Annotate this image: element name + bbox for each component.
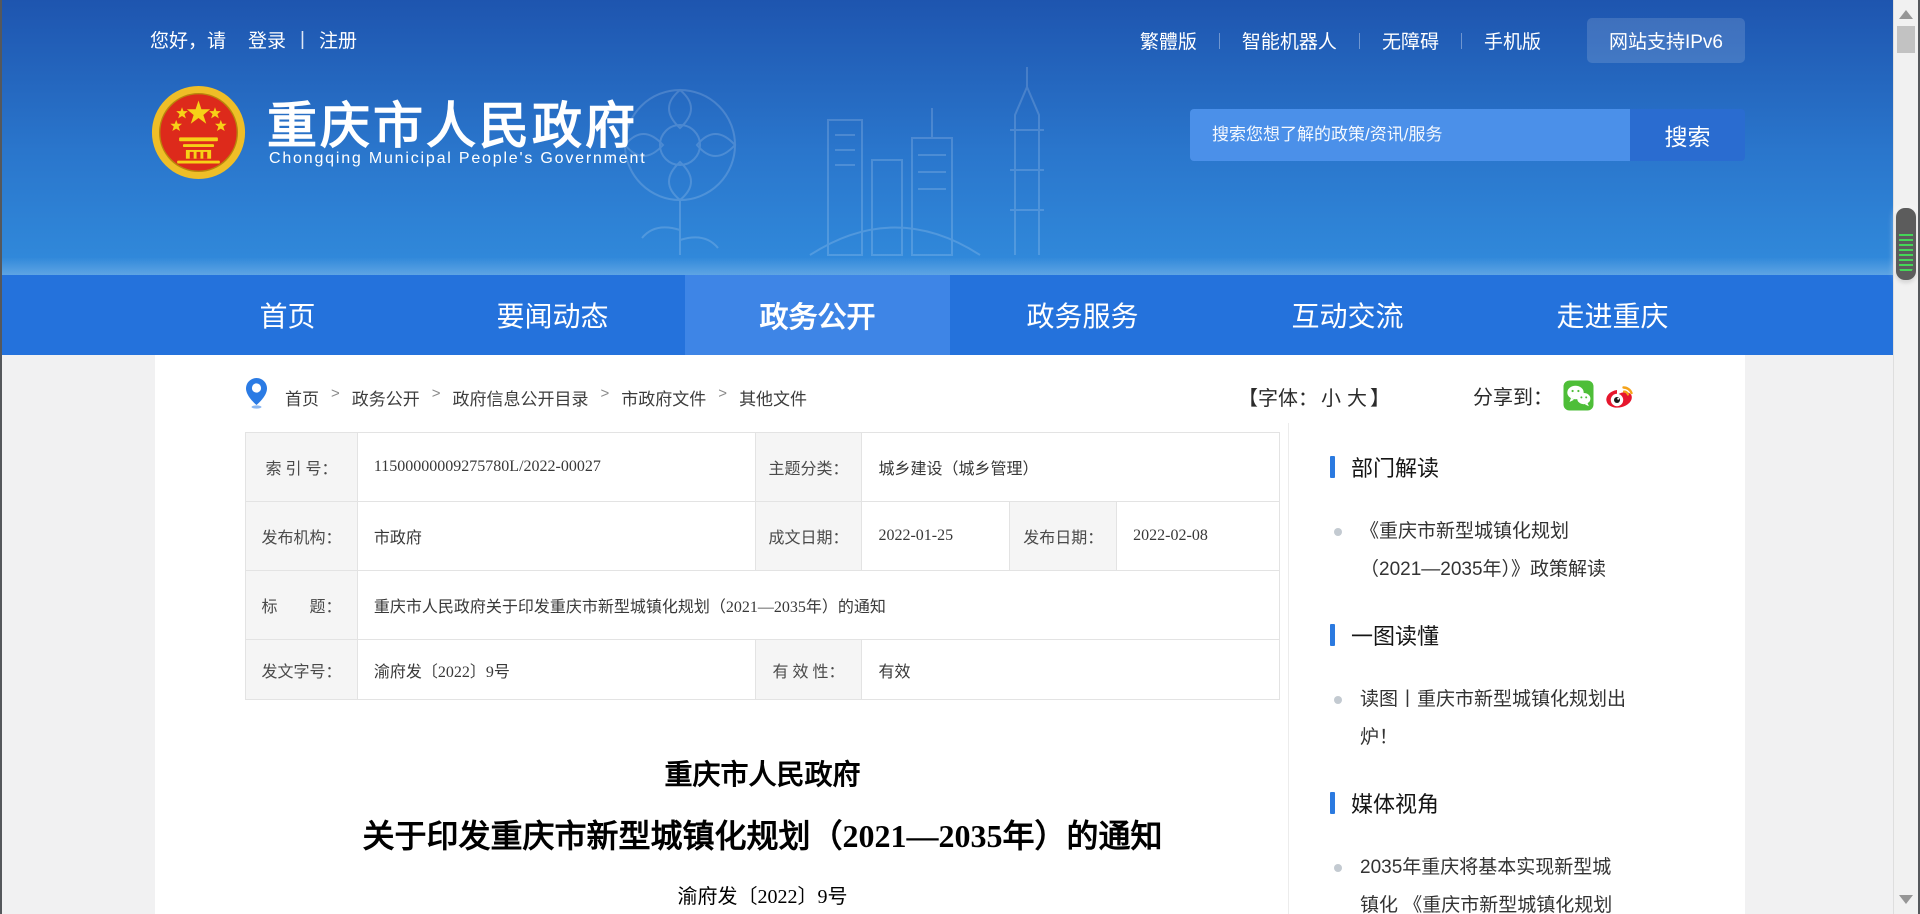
sidebar-link-media-article[interactable]: 2035年重庆将基本实现新型城 镇化 《重庆市新型城镇化规划 （2021—203… (1330, 849, 1750, 914)
section-title: 一图读懂 (1351, 619, 1439, 651)
nav-item-interaction[interactable]: 互动交流 (1215, 275, 1480, 355)
search-input[interactable] (1190, 109, 1630, 161)
right-sidebar: 部门解读 《重庆市新型城镇化规划 （2021—2035年）》政策解读 一图读懂 … (1330, 451, 1750, 914)
register-link[interactable]: 注册 (319, 26, 357, 53)
breadcrumb-gov-open[interactable]: 政务公开 (352, 385, 420, 410)
topbar-links: 繁體版 智能机器人 无障碍 手机版 网站支持IPv6 (1118, 18, 1745, 63)
document-meta-table: 索 引 号： 11500000009275780L/2022-00027 主题分… (245, 432, 1280, 700)
meta-value-doc-number: 渝府发〔2022〕9号 (357, 640, 755, 700)
section-accent-bar (1330, 624, 1335, 646)
site-header: 您好，请 登录 | 注册 繁體版 智能机器人 无障碍 手机版 网站支持IPv6 … (0, 0, 1893, 275)
sidebar-divider (1288, 423, 1289, 914)
sidebar-section-dept-interpretation: 部门解读 (1330, 451, 1750, 483)
meta-value-issuing-org: 市政府 (357, 502, 755, 571)
meta-label-doc-number: 发文字号： (246, 640, 358, 700)
meta-label-topic-category: 主题分类： (755, 433, 862, 502)
mobile-version-link[interactable]: 手机版 (1462, 27, 1563, 54)
link-line: 2035年重庆将基本实现新型城 (1360, 849, 1750, 887)
breadcrumb-separator: > (432, 385, 441, 410)
nav-item-home[interactable]: 首页 (155, 275, 420, 355)
document-issuer: 重庆市人民政府 (245, 758, 1280, 794)
font-control-prefix: 【字体： (1238, 388, 1318, 410)
font-smaller-button[interactable]: 小 (1321, 388, 1341, 410)
smart-robot-link[interactable]: 智能机器人 (1220, 27, 1359, 54)
main-navigation: 首页 要闻动态 政务公开 政务服务 互动交流 走进重庆 (0, 275, 1893, 355)
nav-item-gov-affairs-open[interactable]: 政务公开 (685, 275, 950, 355)
font-size-control: 【字体：小大】 (1238, 382, 1390, 411)
meta-label-title: 标 题： (246, 571, 358, 640)
link-line: 读图丨重庆市新型城镇化规划出 (1360, 681, 1750, 719)
login-link[interactable]: 登录 (248, 26, 286, 53)
breadcrumb-city-gov-documents[interactable]: 市政府文件 (621, 385, 706, 410)
meta-label-publish-date: 发布日期： (1010, 502, 1117, 571)
search-box: 搜索 (1190, 109, 1745, 161)
content-panel: 首页 > 政务公开 > 政府信息公开目录 > 市政府文件 > 其他文件 【字体：… (155, 355, 1745, 914)
login-register-separator: | (300, 29, 305, 51)
font-larger-button[interactable]: 大 (1347, 388, 1367, 410)
scrollbar-thumb[interactable] (1897, 26, 1915, 53)
national-emblem-logo[interactable] (150, 84, 247, 181)
location-pin-icon (245, 377, 268, 409)
nav-item-about-chongqing[interactable]: 走进重庆 (1480, 275, 1745, 355)
sidebar-link-infographic[interactable]: 读图丨重庆市新型城镇化规划出 炉！ (1330, 681, 1750, 757)
sidebar-section-media-view: 媒体视角 (1330, 787, 1750, 819)
traditional-chinese-link[interactable]: 繁體版 (1118, 27, 1219, 54)
meta-label-issuing-org: 发布机构： (246, 502, 358, 571)
greeting-text: 您好，请 (150, 26, 226, 53)
site-title-english: Chongqing Municipal People's Government (269, 150, 646, 168)
link-line: 《重庆市新型城镇化规划 (1360, 513, 1750, 551)
breadcrumb-separator: > (601, 385, 610, 410)
meta-value-title: 重庆市人民政府关于印发重庆市新型城镇化规划（2021—2035年）的通知 (357, 571, 1279, 640)
site-title: 重庆市人民政府 (267, 86, 638, 158)
breadcrumb-separator: > (718, 385, 727, 410)
window-edge-left (0, 0, 2, 914)
share-bar: 分享到： (1473, 380, 1635, 411)
wechat-icon[interactable] (1563, 380, 1594, 411)
vertical-scrollbar[interactable] (1893, 0, 1918, 914)
section-title: 媒体视角 (1351, 787, 1439, 819)
sidebar-link-policy-interpretation[interactable]: 《重庆市新型城镇化规划 （2021—2035年）》政策解读 (1330, 513, 1750, 589)
nav-items: 首页 要闻动态 政务公开 政务服务 互动交流 走进重庆 (155, 275, 1745, 355)
document-title: 关于印发重庆市新型城镇化规划（2021—2035年）的通知 (245, 816, 1280, 856)
weibo-icon[interactable] (1604, 380, 1635, 411)
breadcrumb-separator: > (331, 385, 340, 410)
link-line: （2021—2035年）》政策解读 (1360, 551, 1750, 589)
meta-label-index-no: 索 引 号： (246, 433, 358, 502)
ipv6-badge[interactable]: 网站支持IPv6 (1587, 18, 1745, 63)
meta-value-written-date: 2022-01-25 (862, 502, 1010, 571)
up-arrow-icon[interactable] (1899, 10, 1913, 19)
search-button[interactable]: 搜索 (1630, 109, 1745, 161)
scroll-progress-stripes (1899, 234, 1913, 274)
section-title: 部门解读 (1351, 451, 1439, 483)
meta-value-validity: 有效 (862, 640, 1280, 700)
sidebar-section-infographic: 一图读懂 (1330, 619, 1750, 651)
breadcrumb: 首页 > 政务公开 > 政府信息公开目录 > 市政府文件 > 其他文件 (285, 385, 807, 410)
share-label: 分享到： (1473, 381, 1553, 410)
section-accent-bar (1330, 792, 1335, 814)
breadcrumb-info-directory[interactable]: 政府信息公开目录 (453, 385, 589, 410)
meta-label-validity: 有 效 性： (755, 640, 862, 700)
accessibility-link[interactable]: 无障碍 (1360, 27, 1461, 54)
meta-label-written-date: 成文日期： (755, 502, 862, 571)
meta-value-publish-date: 2022-02-08 (1117, 502, 1280, 571)
nav-item-gov-services[interactable]: 政务服务 (950, 275, 1215, 355)
nav-item-news[interactable]: 要闻动态 (420, 275, 685, 355)
section-accent-bar (1330, 456, 1335, 478)
breadcrumb-home[interactable]: 首页 (285, 385, 319, 410)
meta-value-index-no: 11500000009275780L/2022-00027 (357, 433, 755, 502)
topbar-account: 您好，请 登录 | 注册 (150, 26, 357, 53)
scroll-progress-widget[interactable] (1896, 208, 1916, 280)
meta-value-topic-category: 城乡建设（城乡管理） (862, 433, 1280, 502)
link-line: 炉！ (1360, 719, 1750, 757)
header-wave-decoration (0, 257, 1893, 275)
breadcrumb-other-documents[interactable]: 其他文件 (739, 385, 807, 410)
document-heading: 重庆市人民政府 关于印发重庆市新型城镇化规划（2021—2035年）的通知 渝府… (245, 758, 1280, 909)
font-control-suffix: 】 (1370, 388, 1390, 410)
link-line: 镇化 《重庆市新型城镇化规划 (1360, 887, 1750, 914)
down-arrow-icon[interactable] (1899, 895, 1913, 904)
document-number: 渝府发〔2022〕9号 (245, 880, 1280, 909)
